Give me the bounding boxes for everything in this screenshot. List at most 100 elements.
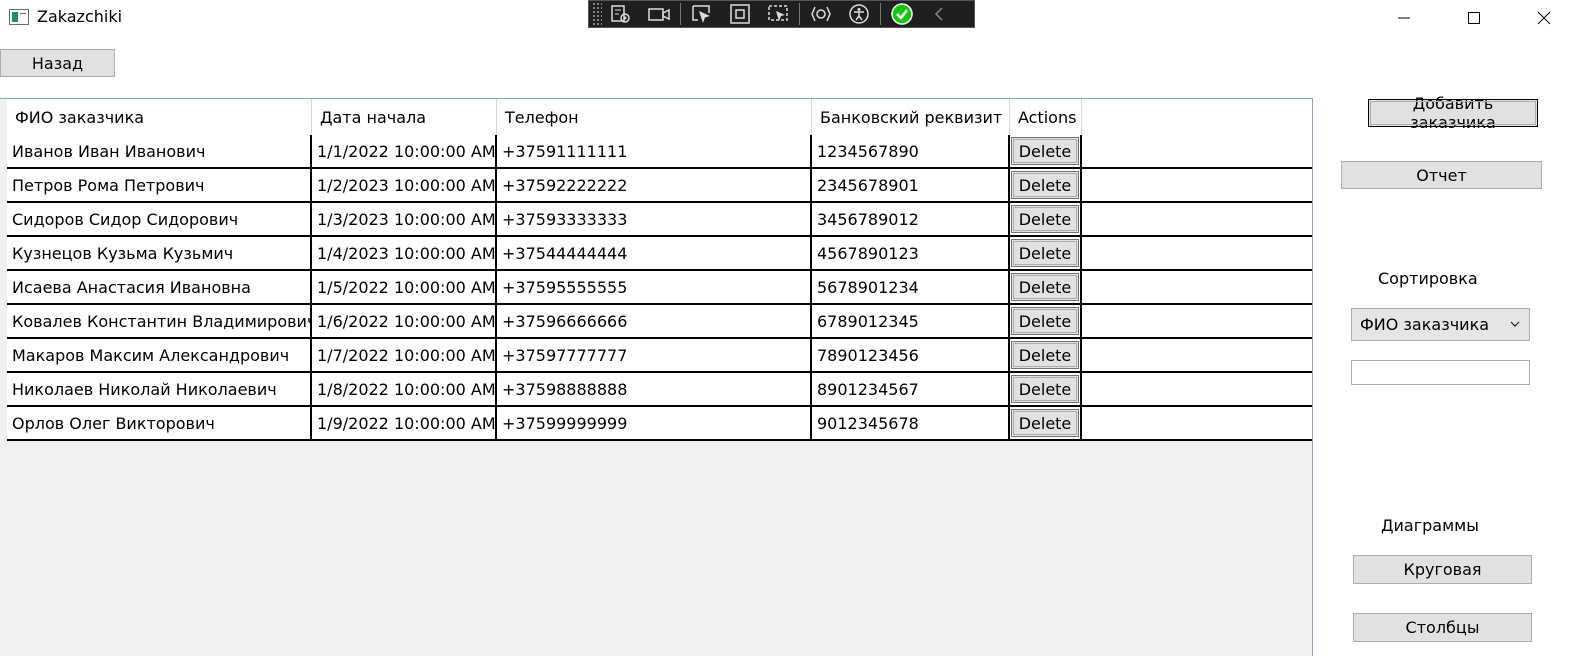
toolbar-separator [880, 3, 881, 25]
search-input[interactable] [1351, 360, 1530, 385]
cell-phone: +37597777777 [497, 339, 812, 371]
camera-icon[interactable] [640, 1, 678, 27]
cell-filler [1082, 135, 1312, 167]
toolbar-separator [680, 3, 681, 25]
sort-label: Сортировка [1378, 269, 1478, 288]
report-button[interactable]: Отчет [1341, 161, 1542, 189]
table-row[interactable]: Орлов Олег Викторович 1/9/2022 10:00:00 … [7, 407, 1312, 441]
cell-bank-details: 5678901234 [812, 271, 1010, 303]
cell-filler [1082, 237, 1312, 269]
cell-phone: +37596666666 [497, 305, 812, 337]
cell-filler [1082, 203, 1312, 235]
cell-filler [1082, 271, 1312, 303]
table-row[interactable]: Ковалев Константин Владимирович 1/6/2022… [7, 305, 1312, 339]
cell-start-date: 1/1/2022 10:00:00 AM [312, 135, 497, 167]
toolbar-separator [799, 3, 800, 25]
grid-header: ФИО заказчика Дата начала Телефон Банков… [7, 99, 1312, 136]
cell-start-date: 1/6/2022 10:00:00 AM [312, 305, 497, 337]
delete-button[interactable]: Delete [1011, 171, 1079, 199]
table-row[interactable]: Николаев Николай Николаевич 1/8/2022 10:… [7, 373, 1312, 407]
cell-start-date: 1/7/2022 10:00:00 AM [312, 339, 497, 371]
charts-label: Диаграммы [1381, 516, 1479, 535]
customers-grid[interactable]: ФИО заказчика Дата начала Телефон Банков… [0, 98, 1313, 656]
delete-button[interactable]: Delete [1011, 137, 1079, 165]
pie-chart-button[interactable]: Круговая [1353, 555, 1532, 584]
sort-combobox[interactable]: ФИО заказчика [1351, 308, 1530, 341]
cell-bank-details: 9012345678 [812, 407, 1010, 439]
add-customer-button[interactable]: Добавить заказчика [1368, 94, 1538, 132]
table-row[interactable]: Иванов Иван Иванович 1/1/2022 10:00:00 A… [7, 135, 1312, 169]
column-header-filler [1082, 99, 1312, 135]
cell-actions: Delete [1010, 407, 1082, 439]
cell-actions: Delete [1010, 271, 1082, 303]
table-row[interactable]: Кузнецов Кузьма Кузьмич 1/4/2023 10:00:0… [7, 237, 1312, 271]
hot-reload-check-icon[interactable] [883, 1, 921, 27]
chevron-down-icon [1510, 321, 1520, 327]
cell-phone: +37593333333 [497, 203, 812, 235]
cell-fio: Кузнецов Кузьма Кузьмич [7, 237, 312, 269]
delete-button[interactable]: Delete [1011, 205, 1079, 233]
bar-chart-button[interactable]: Столбцы [1353, 613, 1532, 642]
back-button[interactable]: Назад [0, 49, 115, 77]
table-row[interactable]: Сидоров Сидор Сидорович 1/3/2023 10:00:0… [7, 203, 1312, 237]
cell-bank-details: 8901234567 [812, 373, 1010, 405]
cell-fio: Ковалев Константин Владимирович [7, 305, 312, 337]
cell-phone: +37592222222 [497, 169, 812, 201]
sort-selected-value: ФИО заказчика [1360, 315, 1490, 334]
delete-button[interactable]: Delete [1011, 375, 1079, 403]
live-visual-tree-icon[interactable] [602, 1, 640, 27]
xaml-debug-toolbar [588, 0, 975, 28]
cell-phone: +37598888888 [497, 373, 812, 405]
window-controls [1369, 0, 1579, 36]
minimize-icon [1398, 17, 1410, 19]
column-header-start-date[interactable]: Дата начала [312, 99, 497, 135]
delete-button[interactable]: Delete [1011, 239, 1079, 267]
table-row[interactable]: Исаева Анастасия Ивановна 1/5/2022 10:00… [7, 271, 1312, 305]
cell-filler [1082, 373, 1312, 405]
cell-start-date: 1/9/2022 10:00:00 AM [312, 407, 497, 439]
accessibility-icon[interactable] [840, 1, 878, 27]
cell-fio: Макаров Максим Александрович [7, 339, 312, 371]
cell-start-date: 1/4/2023 10:00:00 AM [312, 237, 497, 269]
cell-filler [1082, 339, 1312, 371]
delete-button[interactable]: Delete [1011, 307, 1079, 335]
table-row[interactable]: Макаров Максим Александрович 1/7/2022 10… [7, 339, 1312, 373]
close-icon [1537, 11, 1551, 25]
cell-bank-details: 3456789012 [812, 203, 1010, 235]
close-button[interactable] [1509, 0, 1579, 36]
cell-filler [1082, 305, 1312, 337]
display-layout-adorners-icon[interactable] [721, 1, 759, 27]
maximize-button[interactable] [1439, 0, 1509, 36]
minimize-button[interactable] [1369, 0, 1439, 36]
cell-fio: Сидоров Сидор Сидорович [7, 203, 312, 235]
collapse-toolbar-chevron-icon[interactable] [921, 1, 959, 27]
cell-bank-details: 4567890123 [812, 237, 1010, 269]
table-row[interactable]: Петров Рома Петрович 1/2/2023 10:00:00 A… [7, 169, 1312, 203]
cell-actions: Delete [1010, 305, 1082, 337]
column-header-phone[interactable]: Телефон [497, 99, 812, 135]
cell-bank-details: 6789012345 [812, 305, 1010, 337]
app-window-icon [9, 9, 29, 25]
binding-failures-icon[interactable] [802, 1, 840, 27]
column-header-actions[interactable]: Actions [1010, 99, 1082, 135]
cell-phone: +37544444444 [497, 237, 812, 269]
window-title: Zakazchiki [37, 7, 123, 26]
delete-button[interactable]: Delete [1011, 409, 1079, 437]
cell-fio: Орлов Олег Викторович [7, 407, 312, 439]
cell-phone: +37599999999 [497, 407, 812, 439]
cell-phone: +37595555555 [497, 271, 812, 303]
track-focused-element-icon[interactable] [759, 1, 797, 27]
cell-actions: Delete [1010, 237, 1082, 269]
column-header-bank-details[interactable]: Банковский реквизит [812, 99, 1010, 135]
toolbar-grip-icon[interactable] [592, 2, 602, 26]
delete-button[interactable]: Delete [1011, 273, 1079, 301]
cell-start-date: 1/5/2022 10:00:00 AM [312, 271, 497, 303]
delete-button[interactable]: Delete [1011, 341, 1079, 369]
cell-start-date: 1/2/2023 10:00:00 AM [312, 169, 497, 201]
column-header-fio[interactable]: ФИО заказчика [7, 99, 312, 135]
maximize-icon [1468, 12, 1480, 24]
cell-bank-details: 7890123456 [812, 339, 1010, 371]
select-element-icon[interactable] [683, 1, 721, 27]
cell-filler [1082, 407, 1312, 439]
cell-actions: Delete [1010, 135, 1082, 167]
